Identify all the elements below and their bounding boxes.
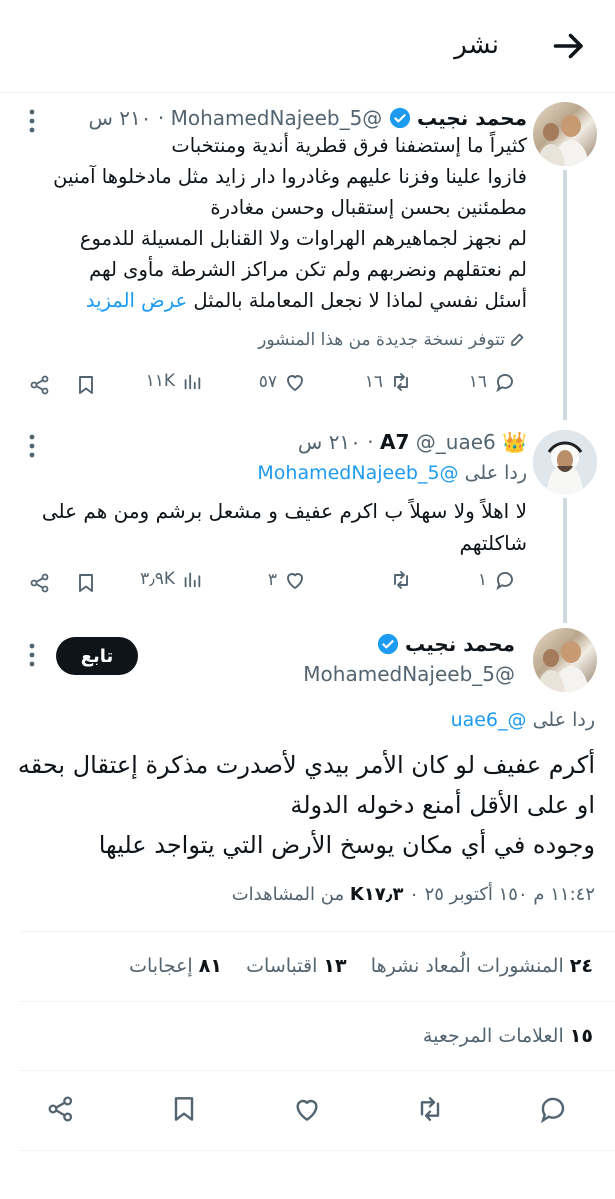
page-title: نشر <box>454 30 499 60</box>
author-name[interactable]: محمد نجيب <box>417 106 527 130</box>
author-name[interactable]: محمد نجيب <box>405 632 515 656</box>
reply-to-handle[interactable]: @MohamedNajeeb_5 <box>257 462 458 484</box>
reply-context: ردا على @MohamedNajeeb_5 <box>257 462 527 484</box>
reply-to-prefix: ردا على <box>464 462 527 484</box>
like-button[interactable]: ٥٧ <box>259 370 307 394</box>
quotes-stat[interactable]: ١٣ اقتباسات <box>246 955 346 977</box>
timestamp[interactable]: ٢١٠ س <box>298 430 361 454</box>
bookmark-icon[interactable] <box>168 1093 200 1125</box>
tweet-body: كثيراً ما إستضفنا فرق قطرية أندية ومنتخب… <box>27 130 527 316</box>
edited-note[interactable]: تتوفر نسخة جديدة من هذا المنشور <box>258 330 527 350</box>
like-icon <box>287 573 303 589</box>
arrow-back-icon[interactable] <box>551 28 587 64</box>
views-button[interactable]: ٣٫٩K <box>140 568 203 590</box>
crown-emoji: 👑 <box>502 430 527 454</box>
bookmark-icon[interactable] <box>74 571 98 595</box>
tweet-line: او على الأقل أمنع دخوله الدولة <box>290 791 595 819</box>
tweet-line: شاكلتهم <box>459 531 527 555</box>
views-count: ٣٫٩K <box>140 569 175 589</box>
more-icon[interactable] <box>28 432 36 462</box>
timestamp[interactable]: ٢١٠ س <box>88 106 151 130</box>
more-icon[interactable] <box>28 641 36 671</box>
repost-icon[interactable] <box>414 1093 446 1125</box>
bookmark-icon[interactable] <box>74 373 98 397</box>
tweet-line: أسئل نفسي لماذا لا نجعل المعاملة بالمثل <box>193 289 527 312</box>
reposts-stat[interactable]: ٢٤ المنشورات الُمعاد نشرها <box>371 955 593 977</box>
author-name-row: محمد نجيب <box>377 632 515 656</box>
tweet-body: لا اهلاً ولا سهلاً ب اكرم عفيف و مشعل بر… <box>27 495 527 559</box>
tweet-line: كثيراً ما إستضفنا فرق قطرية أندية ومنتخب… <box>171 134 527 157</box>
like-count: ٥٧ <box>258 372 277 392</box>
repost-button[interactable] <box>389 568 413 592</box>
avatar[interactable] <box>533 102 597 166</box>
views-button[interactable]: ١١K <box>146 370 203 392</box>
show-more-link[interactable]: عرض المزيد <box>86 289 187 312</box>
like-button[interactable]: ٣ <box>268 568 307 592</box>
likes-stat[interactable]: ٨١ إعجابات <box>129 955 222 977</box>
tweet-body: أكرم عفيف لو كان الأمر بيدي لأصدرت مذكرة… <box>15 745 595 865</box>
tweet-line: فازوا علينا وفزنا عليهم وغادروا دار زايد… <box>53 165 527 188</box>
engagement-stats: ٢٤ المنشورات الُمعاد نشرها ١٣ اقتباسات ٨… <box>129 955 593 977</box>
top-bar: نشر <box>0 0 615 93</box>
tweet-header: محمد نجيب @MohamedNajeeb_5 · ٢١٠ س <box>88 106 527 130</box>
thread-line <box>563 170 567 420</box>
author-handle[interactable]: @MohamedNajeeb_5 <box>303 662 515 686</box>
reply-count: ١ <box>477 570 487 590</box>
author-handle[interactable]: @MohamedNajeeb_5 <box>171 106 383 130</box>
like-icon <box>287 375 303 391</box>
avatar[interactable] <box>533 628 597 692</box>
views-count: K١٧٫٣ <box>349 884 404 905</box>
tweet-line: وجوده في أي مكان يوسخ الأرض التي يتواجد … <box>98 831 595 859</box>
tweet-header: 👑 A7 @_uae6 · ٢١٠ س <box>297 430 527 454</box>
repost-count: ١٦ <box>364 372 383 392</box>
reply-to-prefix: ردا على <box>532 709 595 731</box>
tweet-line: أكرم عفيف لو كان الأمر بيدي لأصدرت مذكرة… <box>17 751 595 779</box>
post-time[interactable]: ١١:٤٢ م ١٥٠ أكتوبر ٢٥ ٠ <box>403 884 595 905</box>
bookmarks-stat[interactable]: ١٥ العلامات المرجعية <box>423 1025 593 1047</box>
divider <box>20 1001 615 1002</box>
tweet-line: لا اهلاً ولا سهلاً ب اكرم عفيف و مشعل بر… <box>41 499 527 523</box>
reply-button[interactable]: ١ <box>478 568 517 592</box>
share-icon[interactable] <box>45 1093 77 1125</box>
repost-icon <box>394 571 408 589</box>
like-count: ٣ <box>267 570 277 590</box>
like-icon[interactable] <box>291 1093 323 1125</box>
divider <box>20 1070 615 1071</box>
author-handle[interactable]: @_uae6 <box>416 430 496 454</box>
tweet-line: مطمئنين بحسن إستقبال وحسن مغادرة <box>210 196 527 219</box>
verified-icon <box>389 107 410 129</box>
repost-icon <box>394 373 408 391</box>
reply-to-handle[interactable]: @_uae6 <box>451 709 527 731</box>
views-label: من المشاهدات <box>231 884 345 905</box>
reply-button[interactable]: ١٦ <box>469 370 517 394</box>
tweet-line: لم نعتقلهم ونضربهم ولم تكن مراكز الشرطة … <box>89 258 527 281</box>
avatar[interactable] <box>533 430 597 494</box>
views-icon <box>184 374 201 390</box>
tweet-meta: ١١:٤٢ م ١٥٠ أكتوبر ٢٥ ٠ K١٧٫٣ من المشاهد… <box>232 884 595 905</box>
share-icon[interactable] <box>28 571 52 595</box>
share-icon[interactable] <box>28 373 52 397</box>
verified-icon <box>377 633 398 655</box>
thread-line <box>563 498 567 623</box>
reply-icon <box>496 571 513 591</box>
reply-context: ردا على @_uae6 <box>451 709 595 731</box>
follow-button[interactable]: تابع <box>56 637 138 675</box>
edited-note-text: تتوفر نسخة جديدة من هذا المنشور <box>258 330 505 350</box>
divider <box>20 931 615 932</box>
reply-icon[interactable] <box>537 1093 569 1125</box>
views-icon <box>184 572 201 588</box>
views-count: ١١K <box>145 371 175 391</box>
reply-icon <box>496 373 513 393</box>
tweet-line: لم نجهز لجماهيرهم الهراوات ولا القنابل ا… <box>79 227 527 250</box>
edit-icon <box>511 333 524 346</box>
reply-count: ١٦ <box>468 372 487 392</box>
author-name[interactable]: A7 <box>380 430 409 454</box>
repost-button[interactable]: ١٦ <box>365 370 413 394</box>
divider <box>20 1150 615 1151</box>
